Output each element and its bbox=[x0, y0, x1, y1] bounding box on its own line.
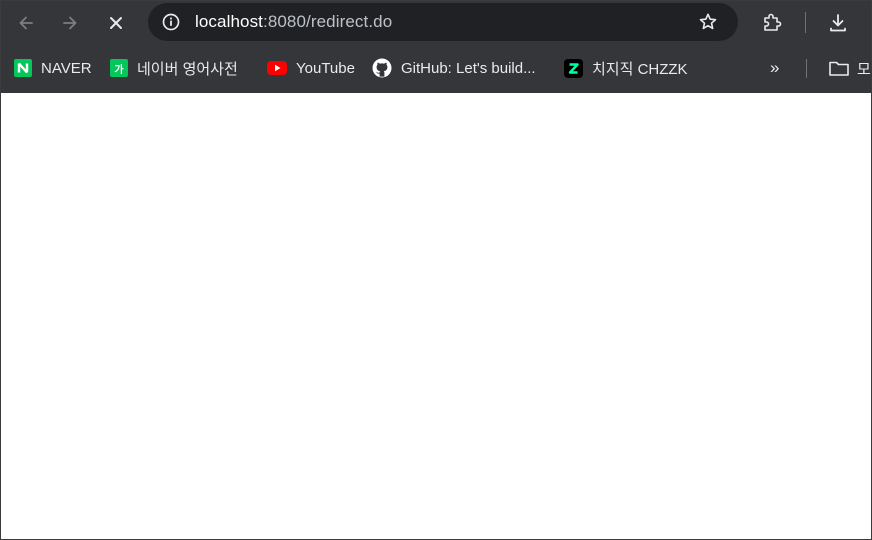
forward-button[interactable] bbox=[56, 9, 84, 37]
downloads-button[interactable] bbox=[824, 9, 852, 37]
bookmarks-divider bbox=[806, 59, 807, 78]
download-icon bbox=[830, 14, 846, 32]
github-icon bbox=[372, 58, 392, 78]
close-icon bbox=[110, 17, 122, 29]
naver-dictionary-icon: 가 bbox=[110, 59, 128, 77]
bookmark-star-button[interactable] bbox=[696, 10, 720, 34]
chzzk-icon bbox=[564, 58, 583, 78]
browser-toolbar: localhost:8080/redirect.do bbox=[1, 1, 871, 44]
site-info-button[interactable] bbox=[159, 10, 183, 34]
info-icon bbox=[162, 13, 180, 31]
url-host: localhost bbox=[195, 12, 263, 31]
youtube-icon bbox=[267, 59, 287, 77]
bookmark-label: 네이버 영어사전 bbox=[137, 60, 238, 78]
bookmark-chzzk[interactable]: 치지직 CHZZK bbox=[564, 56, 688, 80]
bookmarks-bar: NAVER 가 네이버 영어사전 YouTube GitHub: Let's b… bbox=[1, 44, 871, 93]
bookmark-label: GitHub: Let's build... bbox=[401, 59, 536, 77]
back-button[interactable] bbox=[12, 9, 40, 37]
bookmark-label: 모 bbox=[857, 60, 871, 78]
page-content bbox=[1, 93, 871, 539]
overflow-chevron-icon: » bbox=[770, 58, 780, 77]
star-icon bbox=[699, 13, 717, 30]
bookmark-naver-dictionary[interactable]: 가 네이버 영어사전 bbox=[110, 56, 238, 80]
other-bookmarks-folder[interactable]: 모 bbox=[828, 56, 871, 80]
back-arrow-icon bbox=[19, 16, 33, 30]
folder-icon bbox=[828, 59, 850, 77]
url-text[interactable]: localhost:8080/redirect.do bbox=[195, 12, 392, 32]
puzzle-icon bbox=[764, 13, 782, 31]
bookmark-label: NAVER bbox=[41, 59, 92, 77]
address-bar[interactable]: localhost:8080/redirect.do bbox=[148, 3, 738, 41]
bookmark-naver[interactable]: NAVER bbox=[14, 56, 92, 80]
bookmarks-overflow-button[interactable]: » bbox=[770, 56, 779, 80]
bookmark-label: 치지직 CHZZK bbox=[592, 60, 688, 78]
naver-icon bbox=[14, 59, 32, 77]
browser-window: localhost:8080/redirect.do NAVER 가 네이버 영… bbox=[0, 0, 872, 540]
bookmark-github[interactable]: GitHub: Let's build... bbox=[372, 56, 536, 80]
bookmark-youtube[interactable]: YouTube bbox=[267, 56, 355, 80]
toolbar-divider bbox=[805, 12, 806, 33]
url-path: :8080/redirect.do bbox=[263, 12, 393, 31]
extensions-button[interactable] bbox=[758, 9, 786, 37]
stop-loading-button[interactable] bbox=[102, 9, 130, 37]
forward-arrow-icon bbox=[63, 16, 77, 30]
bookmark-label: YouTube bbox=[296, 59, 355, 77]
